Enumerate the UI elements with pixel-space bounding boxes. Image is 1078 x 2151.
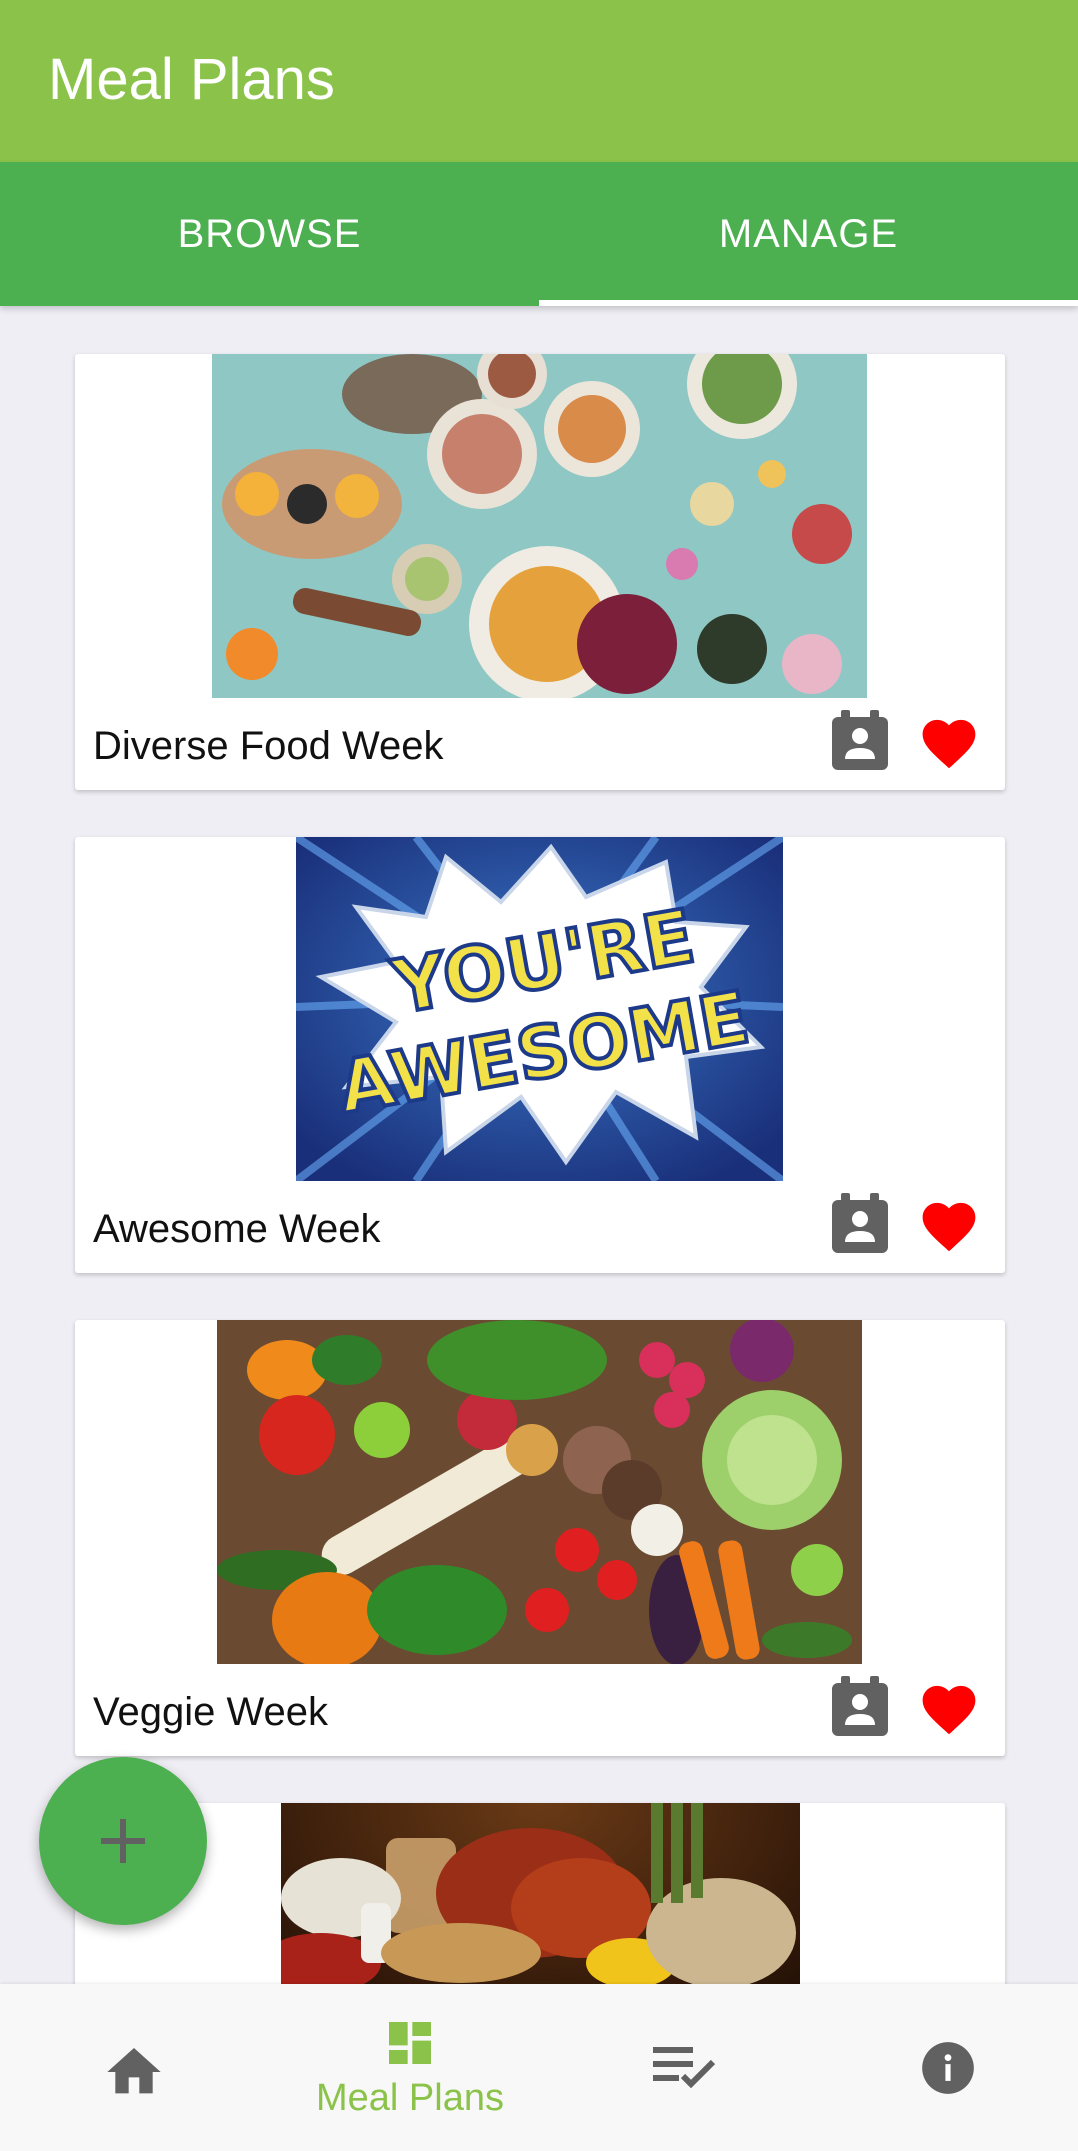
meal-plan-card[interactable]: Diverse Food Week <box>75 354 1005 790</box>
favorite-heart-icon[interactable] <box>917 712 981 770</box>
checklist-icon <box>653 2046 716 2088</box>
plus-icon <box>101 1819 145 1863</box>
meal-plan-list[interactable]: Diverse Food Week YOU'RE AWESOME Awesome… <box>0 306 1078 1984</box>
meal-plan-image <box>217 1320 862 1664</box>
tab-browse-label: BROWSE <box>177 211 362 256</box>
meal-plan-card[interactable] <box>75 1803 1005 1984</box>
tab-manage[interactable]: MANAGE <box>539 162 1078 306</box>
nav-home[interactable] <box>54 1984 214 2151</box>
nav-meal-plans[interactable]: Meal Plans <box>280 1984 540 2151</box>
contact-icon[interactable] <box>832 1676 888 1736</box>
tab-manage-label: MANAGE <box>718 211 899 256</box>
dashboard-icon <box>389 2022 431 2064</box>
bottom-navigation: Meal Plans <box>0 1984 1078 2151</box>
meal-plan-name: Awesome Week <box>93 1207 381 1251</box>
add-meal-plan-button[interactable] <box>39 1757 207 1925</box>
meal-plan-name: Veggie Week <box>93 1690 328 1734</box>
favorite-heart-icon[interactable] <box>917 1195 981 1253</box>
nav-meal-plans-label: Meal Plans <box>316 2077 504 2119</box>
nav-info[interactable] <box>868 1984 1028 2151</box>
contact-icon[interactable] <box>832 1193 888 1253</box>
meal-plan-card[interactable]: Veggie Week <box>75 1320 1005 1756</box>
meal-plan-card[interactable]: YOU'RE AWESOME Awesome Week <box>75 837 1005 1273</box>
meal-plan-image: YOU'RE AWESOME <box>296 837 783 1181</box>
info-icon <box>922 2041 974 2094</box>
meal-plan-name: Diverse Food Week <box>93 724 444 768</box>
contact-icon[interactable] <box>832 710 888 770</box>
app-bar: Meal Plans <box>0 0 1078 162</box>
nav-checklist[interactable] <box>604 1984 764 2151</box>
home-icon <box>107 2047 161 2093</box>
tab-bar: BROWSE MANAGE <box>0 162 1078 306</box>
meal-plan-image <box>281 1803 800 1984</box>
tab-browse[interactable]: BROWSE <box>0 162 539 306</box>
meal-plan-image <box>212 354 867 698</box>
page-title: Meal Plans <box>48 47 335 112</box>
favorite-heart-icon[interactable] <box>917 1678 981 1736</box>
